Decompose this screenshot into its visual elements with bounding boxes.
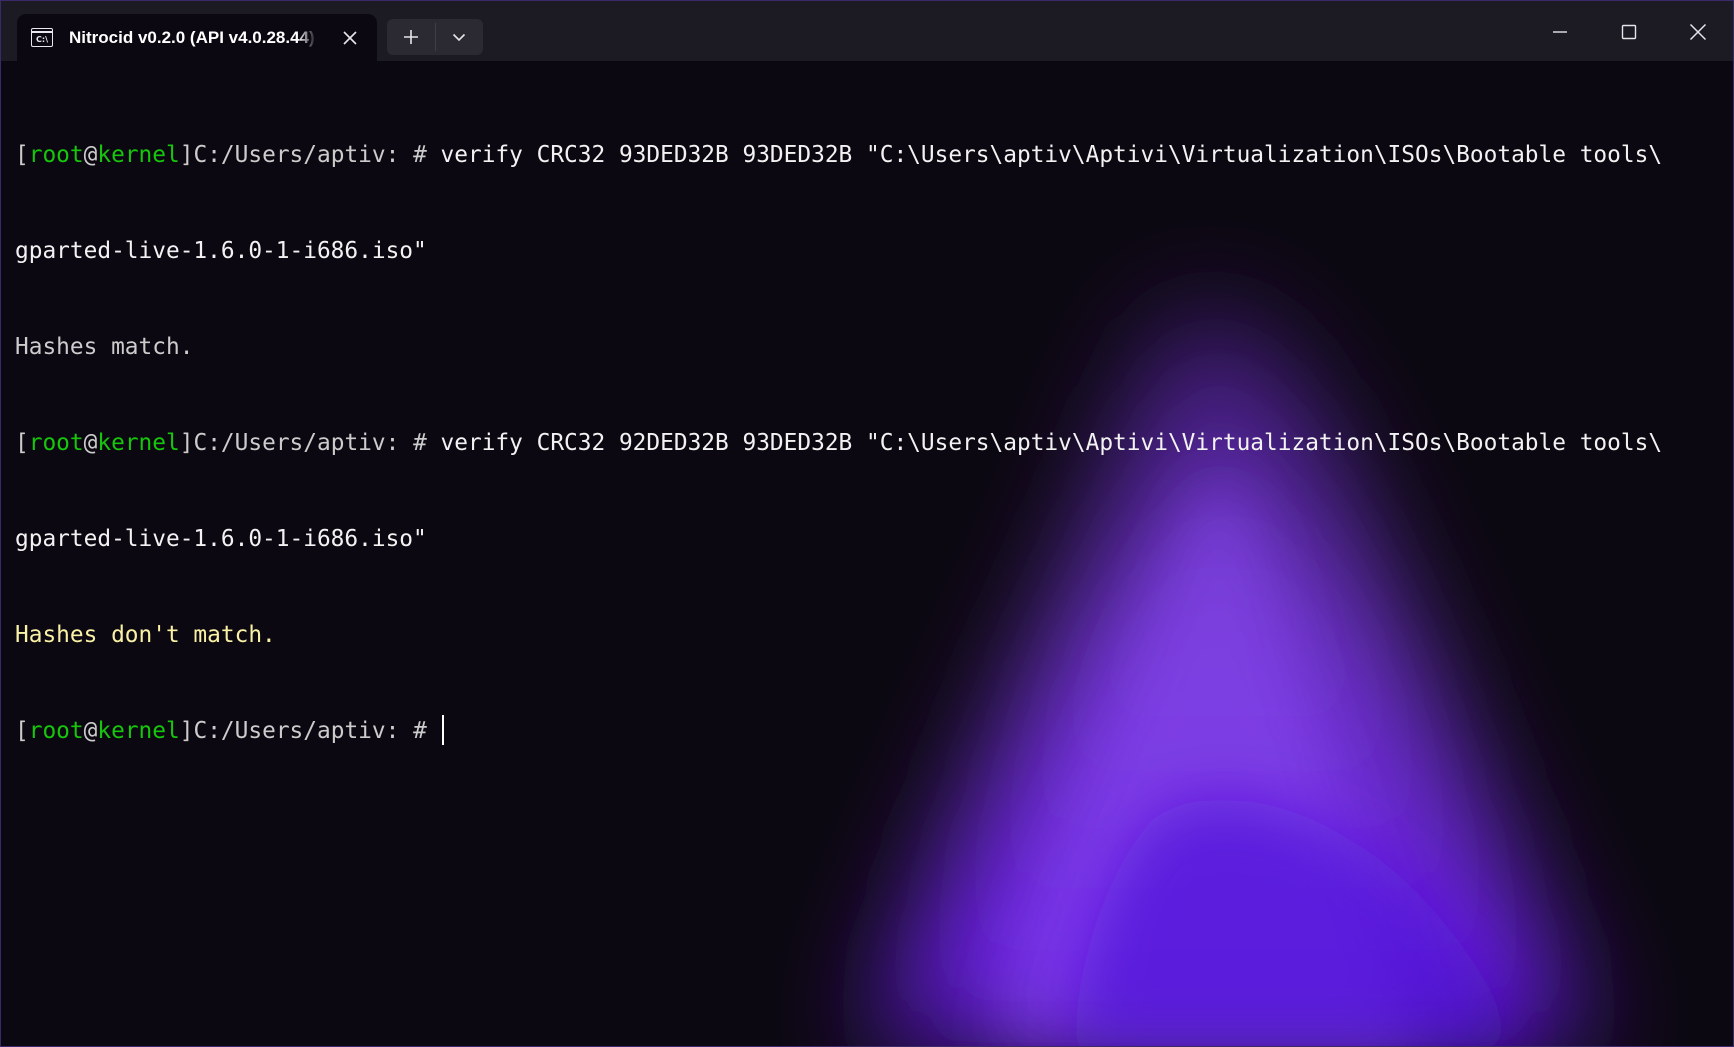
result-mismatch: Hashes don't match.	[15, 622, 276, 648]
terminal-window: C:\ Nitrocid v0.2.0 (API v4.0.28.44) [ro…	[0, 0, 1734, 1047]
minimize-button[interactable]	[1529, 9, 1591, 55]
prompt-bracket: ]	[179, 718, 194, 744]
prompt-bracket: [	[15, 718, 29, 744]
maximize-button[interactable]	[1598, 9, 1660, 55]
prompt-bracket: [	[15, 430, 29, 456]
prompt-user: root	[28, 718, 84, 744]
command-continuation: gparted-live-1.6.0-1-i686.iso"	[15, 526, 427, 552]
prompt-at: @	[83, 718, 98, 744]
maximize-icon	[1621, 24, 1637, 40]
close-window-button[interactable]	[1667, 9, 1729, 55]
command-line: [root@kernel]C:/Users/aptiv: # verify CR…	[15, 427, 1723, 459]
prompt-bracket: ]	[179, 430, 194, 456]
prompt-path: C:/Users/aptiv: #	[193, 718, 441, 744]
prompt-at: @	[83, 430, 98, 456]
command-line: [root@kernel]C:/Users/aptiv: # verify CR…	[15, 139, 1723, 171]
console-icon: C:\	[31, 28, 53, 47]
prompt-user: root	[28, 142, 84, 168]
prompt-host: kernel	[97, 142, 180, 168]
title-bar[interactable]: C:\ Nitrocid v0.2.0 (API v4.0.28.44)	[1, 1, 1733, 61]
tab-title: Nitrocid v0.2.0 (API v4.0.28.44)	[69, 27, 315, 47]
tab-dropdown-button[interactable]	[435, 19, 483, 55]
prompt-path: C:/Users/aptiv: #	[193, 142, 441, 168]
chevron-down-icon	[452, 33, 466, 42]
command-text: verify CRC32 93DED32B 93DED32B "C:\Users…	[440, 142, 1663, 168]
close-icon	[343, 31, 357, 45]
close-icon	[1689, 23, 1707, 41]
new-tab-group	[387, 19, 483, 55]
minimize-icon	[1553, 31, 1567, 33]
prompt-at: @	[83, 142, 98, 168]
tab-close-button[interactable]	[337, 25, 363, 51]
prompt-path: C:/Users/aptiv: #	[193, 430, 441, 456]
result-match: Hashes match.	[15, 334, 194, 360]
prompt-bracket: ]	[179, 142, 194, 168]
text-cursor	[441, 715, 444, 745]
terminal-output[interactable]: [root@kernel]C:/Users/aptiv: # verify CR…	[1, 61, 1733, 1046]
tab-nitrocid[interactable]: C:\ Nitrocid v0.2.0 (API v4.0.28.44)	[17, 14, 377, 61]
prompt-user: root	[28, 430, 84, 456]
plus-icon	[404, 30, 418, 44]
new-tab-button[interactable]	[387, 19, 435, 55]
command-text: verify CRC32 92DED32B 93DED32B "C:\Users…	[440, 430, 1663, 456]
divider	[435, 23, 436, 51]
active-prompt-line[interactable]: [root@kernel]C:/Users/aptiv: #	[15, 715, 1723, 747]
command-continuation: gparted-live-1.6.0-1-i686.iso"	[15, 238, 427, 264]
prompt-bracket: [	[15, 142, 29, 168]
prompt-host: kernel	[97, 430, 180, 456]
prompt-host: kernel	[97, 718, 180, 744]
terminal-text: [root@kernel]C:/Users/aptiv: # verify CR…	[15, 75, 1723, 811]
